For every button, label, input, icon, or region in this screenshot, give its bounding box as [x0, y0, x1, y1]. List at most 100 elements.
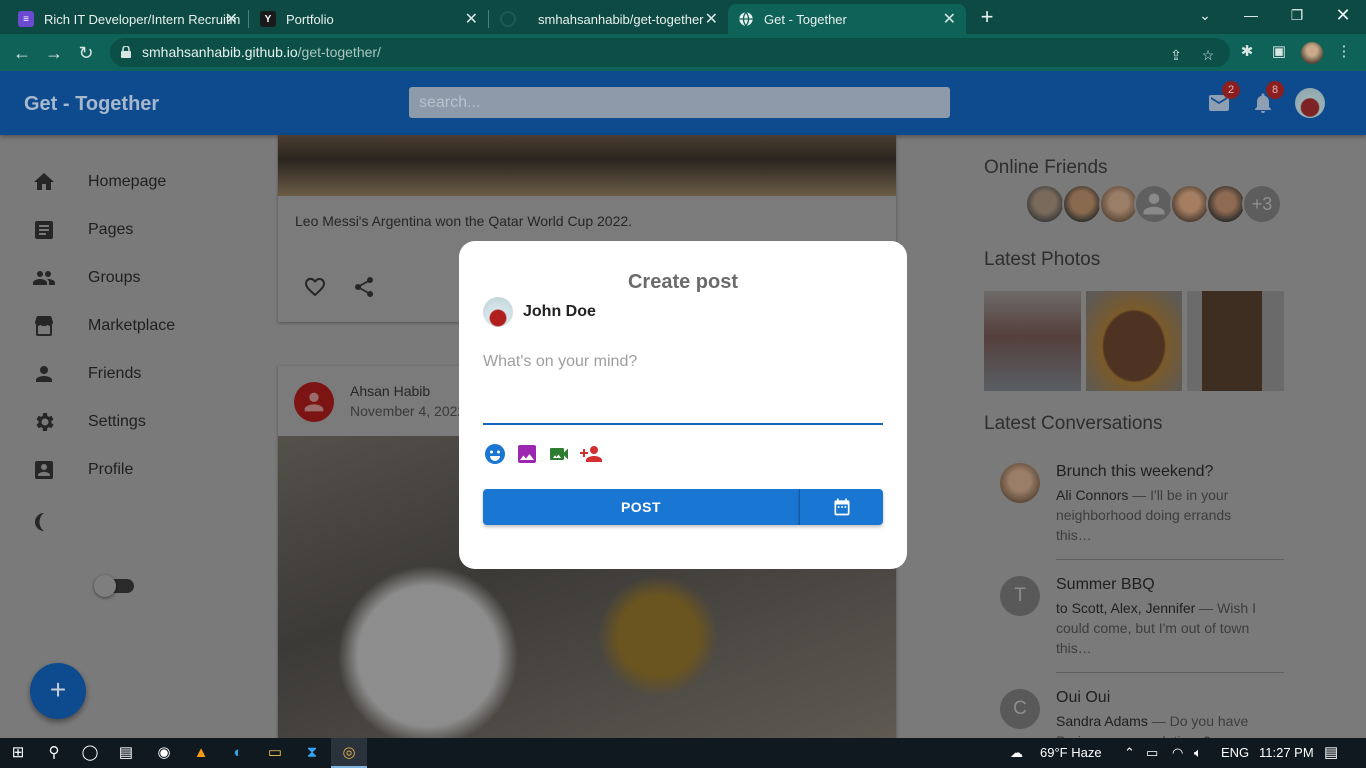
avatar[interactable] [294, 382, 334, 422]
battery-icon[interactable]: ▭ [1146, 738, 1158, 768]
windows-start-icon[interactable]: ⊞ [0, 738, 36, 768]
notifications-button[interactable]: 8 [1251, 81, 1284, 115]
toggle-knob[interactable] [94, 575, 116, 597]
browser-tab[interactable]: Y Portfolio ✕ [250, 4, 488, 34]
close-window-icon[interactable]: ✕ [1320, 0, 1366, 34]
url-host: smhahsanhabib.github.io [142, 44, 298, 60]
conversation-item[interactable]: C Oui Oui Sandra Adams — Do you have Par… [1000, 689, 1284, 738]
sidebar-item-pages[interactable]: Pages [32, 210, 133, 250]
close-tab-icon[interactable]: ✕ [705, 9, 718, 29]
volume-icon[interactable]: 🔈︎ [1194, 738, 1202, 768]
friend-avatar[interactable] [1062, 184, 1102, 224]
image-icon[interactable] [515, 442, 539, 466]
browser-tab[interactable]: smhahsanhabib/get-together ✕ [490, 4, 728, 34]
avatar [483, 297, 513, 327]
emoji-icon[interactable] [483, 442, 507, 466]
sidebar-item-groups[interactable]: Groups [32, 258, 140, 298]
browser-menu-icon[interactable]: ⋮ [1334, 42, 1354, 62]
sidebar-item-marketplace[interactable]: Marketplace [32, 306, 175, 346]
friend-avatar[interactable] [1099, 184, 1139, 224]
dark-mode-toggle[interactable] [94, 575, 134, 597]
browser-tab-active[interactable]: Get - Together ✕ [728, 4, 966, 34]
sidebar-item-homepage[interactable]: Homepage [32, 162, 166, 202]
sidebar-item-label: Groups [88, 269, 141, 286]
task-view-icon[interactable]: ▤ [108, 738, 144, 768]
chrome-taskbar-icon[interactable]: ◎ [331, 738, 367, 768]
dark-mode-icon [34, 513, 44, 531]
restore-icon[interactable]: ❐ [1274, 0, 1320, 34]
user-avatar[interactable] [1295, 88, 1325, 118]
obs-icon[interactable]: ◉ [146, 738, 182, 768]
latest-photo[interactable] [984, 291, 1081, 391]
minimize-icon[interactable]: — [1228, 0, 1274, 34]
address-bar[interactable]: smhahsanhabib.github.io/get-together/ ⇪ … [110, 38, 1230, 67]
share-icon[interactable] [352, 275, 376, 299]
divider [1056, 559, 1284, 560]
tab-search-icon[interactable]: ⌄ [1182, 0, 1228, 34]
vlc-icon[interactable]: ▲ [183, 738, 219, 768]
share-page-icon[interactable]: ⇪ [1168, 47, 1184, 63]
weather-text[interactable]: 69°F Haze [1040, 738, 1102, 768]
sidebar-item-label: Marketplace [88, 317, 176, 334]
cortana-icon[interactable]: ◯ [72, 738, 108, 768]
conversation-item[interactable]: T Summer BBQ to Scott, Alex, Jennifer — … [1000, 576, 1284, 666]
side-panel-icon[interactable]: ▣ [1269, 42, 1289, 62]
close-tab-icon[interactable]: ✕ [225, 9, 238, 29]
schedule-button[interactable] [799, 489, 883, 525]
post-button[interactable]: POST [483, 489, 799, 525]
add-fab-button[interactable]: + [30, 663, 86, 719]
extensions-icon[interactable]: ✱ [1237, 42, 1257, 62]
search-input[interactable] [409, 87, 950, 118]
friend-avatar[interactable] [1170, 184, 1210, 224]
friend-avatar[interactable] [1025, 184, 1065, 224]
tab-divider [488, 10, 489, 28]
sidebar-item-settings[interactable]: Settings [32, 402, 146, 442]
account-box-icon [35, 461, 53, 479]
sidebar-item-friends[interactable]: Friends [32, 354, 141, 394]
bookmark-star-icon[interactable]: ☆ [1200, 47, 1216, 63]
language-indicator[interactable]: ENG [1221, 738, 1249, 768]
latest-conversations-title: Latest Conversations [984, 413, 1163, 434]
search-icon[interactable]: ⚲ [36, 738, 72, 768]
chevron-up-icon[interactable]: ⌃ [1124, 738, 1135, 768]
clock[interactable]: 11:27 PM [1259, 738, 1314, 768]
notification-center-icon[interactable]: ▤ [1324, 738, 1338, 768]
latest-photo[interactable] [1187, 291, 1284, 391]
browser-profile-avatar[interactable] [1301, 42, 1323, 64]
friend-avatar[interactable] [1134, 184, 1174, 224]
friend-avatar[interactable] [1206, 184, 1246, 224]
tag-person-icon[interactable] [579, 442, 603, 466]
reload-icon[interactable]: ↻ [73, 40, 99, 66]
edge-icon[interactable]: ◐ [220, 738, 256, 768]
weather-icon[interactable]: ☁ [1010, 738, 1023, 768]
post-author[interactable]: Ahsan Habib [350, 383, 430, 399]
conversation-sender: to Scott, Alex, Jennifer [1056, 600, 1196, 616]
video-icon[interactable] [547, 442, 571, 466]
tab-divider [248, 10, 249, 28]
sidebar-item-label: Pages [88, 221, 134, 238]
brand-title[interactable]: Get - Together [24, 93, 159, 116]
browser-tab[interactable]: ≡ Rich IT Developer/Intern Recruitm ✕ [8, 4, 248, 34]
forward-icon[interactable]: → [41, 40, 67, 66]
tab-title: smhahsanhabib/get-together [538, 11, 704, 27]
conversation-sender: Ali Connors [1056, 487, 1129, 503]
wifi-icon[interactable]: ◠ [1172, 738, 1183, 768]
tab-title: Rich IT Developer/Intern Recruitm [44, 11, 241, 27]
new-tab-button[interactable]: + [976, 4, 998, 30]
post-text-input[interactable] [483, 349, 883, 425]
heart-icon[interactable] [303, 275, 327, 299]
file-explorer-icon[interactable]: ▭ [257, 738, 293, 768]
mail-button[interactable]: 2 [1207, 81, 1240, 115]
back-icon[interactable]: ← [9, 40, 35, 66]
latest-photo[interactable] [1086, 291, 1182, 391]
more-friends-badge[interactable]: +3 [1242, 184, 1282, 224]
close-tab-icon[interactable]: ✕ [943, 9, 956, 29]
conversation-preview: Sandra Adams — Do you have Paris recomme… [1056, 711, 1256, 738]
app-bar: Get - Together 2 8 [0, 71, 1366, 135]
close-tab-icon[interactable]: ✕ [465, 9, 478, 29]
conversation-item[interactable]: Brunch this weekend? Ali Connors — I'll … [1000, 463, 1284, 553]
sidebar-item-profile[interactable]: Profile [32, 450, 133, 490]
vscode-icon[interactable]: ⧗ [294, 738, 330, 768]
user-name: John Doe [523, 303, 596, 320]
post-date: November 4, 2022 [350, 403, 466, 419]
